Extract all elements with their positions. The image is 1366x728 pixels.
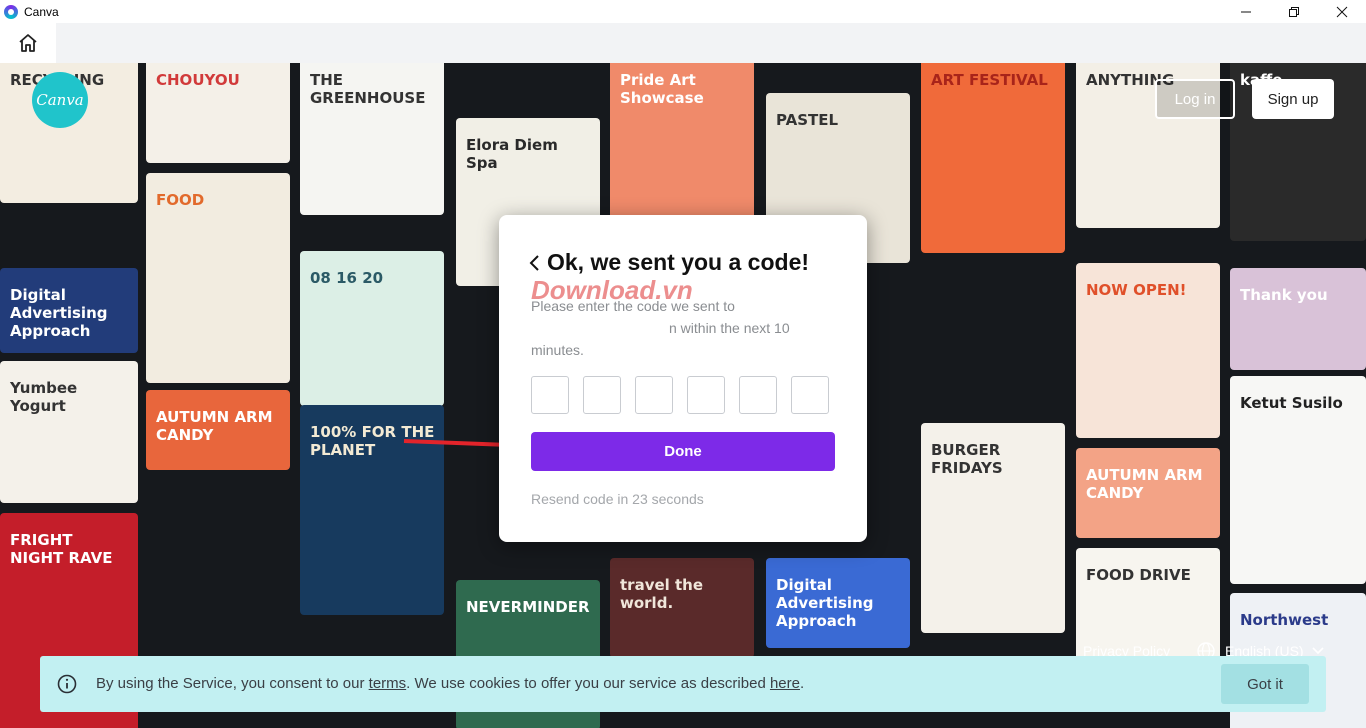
- resend-code-text: Resend code in 23 seconds: [531, 491, 704, 507]
- cookie-text-middle: . We use cookies to offer you our servic…: [406, 675, 770, 692]
- template-thumbnail-text: Digital Advertising Approach: [776, 576, 874, 630]
- template-thumbnail: travel the world.: [610, 558, 754, 658]
- template-thumbnail: FOOD: [146, 173, 290, 383]
- template-thumbnail-text: FRIGHT NIGHT RAVE: [10, 531, 113, 567]
- dialog-title: Ok, we sent you a code!: [547, 249, 810, 275]
- info-icon: [57, 674, 77, 694]
- done-button[interactable]: Done: [531, 432, 835, 471]
- template-thumbnail-text: PASTEL: [776, 111, 839, 129]
- template-thumbnail-text: CHOUYOU: [156, 71, 240, 89]
- template-thumbnail: AUTUMN ARM CANDY: [146, 390, 290, 470]
- template-thumbnail: BURGER FRIDAYS: [921, 423, 1065, 633]
- code-digit-2[interactable]: [583, 376, 621, 414]
- verification-code-dialog: Ok, we sent you a code! Download.vn Plea…: [499, 215, 867, 542]
- instruction-line-2: n within the next 10: [669, 320, 790, 336]
- canva-logo[interactable]: Canva: [32, 72, 88, 128]
- dialog-instructions: Please enter the code we sent to n withi…: [531, 295, 831, 361]
- home-button[interactable]: [0, 23, 56, 63]
- template-thumbnail: Digital Advertising Approach: [0, 268, 138, 353]
- cookie-message: By using the Service, you consent to our…: [96, 675, 804, 692]
- template-thumbnail-text: NOW OPEN!: [1086, 281, 1187, 299]
- template-thumbnail-text: FOOD DRIVE: [1086, 566, 1191, 584]
- template-thumbnail-text: Northwest: [1240, 611, 1329, 629]
- template-thumbnail: Thank you: [1230, 268, 1366, 370]
- restore-icon: [1289, 6, 1299, 17]
- template-thumbnail-text: Yumbee Yogurt: [10, 379, 78, 415]
- code-input-group: [531, 376, 829, 414]
- template-thumbnail-text: 08 16 20: [310, 269, 384, 287]
- code-digit-1[interactable]: [531, 376, 569, 414]
- canva-app-icon: [4, 4, 18, 19]
- template-thumbnail: 08 16 20: [300, 251, 444, 406]
- login-button[interactable]: Log in: [1155, 79, 1235, 119]
- template-thumbnail-text: Elora Diem Spa: [466, 136, 558, 172]
- template-thumbnail-text: Ketut Susilo: [1240, 394, 1343, 412]
- cookie-text-after: .: [799, 675, 805, 692]
- template-thumbnail: Yumbee Yogurt: [0, 361, 138, 503]
- template-thumbnail-text: NEVERMINDER: [466, 598, 590, 616]
- template-thumbnail-text: Thank you: [1240, 286, 1328, 304]
- code-digit-4[interactable]: [687, 376, 725, 414]
- cookie-text-before: By using the Service, you consent to our: [96, 675, 369, 692]
- code-digit-3[interactable]: [635, 376, 673, 414]
- template-thumbnail: CHOUYOU: [146, 63, 290, 163]
- template-thumbnail-text: BURGER FRIDAYS: [931, 441, 1003, 477]
- template-thumbnail-text: Digital Advertising Approach: [10, 286, 108, 340]
- instruction-line-3: minutes.: [531, 342, 584, 358]
- window-controls: [1222, 0, 1366, 23]
- restore-button[interactable]: [1270, 0, 1318, 23]
- template-thumbnail: NOW OPEN!: [1076, 263, 1220, 438]
- code-digit-5[interactable]: [739, 376, 777, 414]
- minimize-icon: [1241, 11, 1251, 12]
- template-thumbnail-text: THE GREENHOUSE: [310, 71, 426, 107]
- template-thumbnail: Ketut Susilo: [1230, 376, 1366, 584]
- back-arrow-icon[interactable]: [527, 253, 541, 273]
- got-it-button[interactable]: Got it: [1221, 664, 1309, 704]
- chevron-down-icon: [1312, 647, 1324, 655]
- template-thumbnail: ART FESTIVAL: [921, 63, 1065, 253]
- template-thumbnail: AUTUMN ARM CANDY: [1076, 448, 1220, 538]
- template-thumbnail-text: AUTUMN ARM CANDY: [1086, 466, 1203, 502]
- cookie-banner: By using the Service, you consent to our…: [40, 656, 1326, 712]
- close-button[interactable]: [1318, 0, 1366, 23]
- template-thumbnail-text: ART FESTIVAL: [931, 71, 1048, 89]
- title-bar: Canva: [0, 0, 1366, 23]
- home-icon: [19, 34, 37, 52]
- here-link[interactable]: here: [770, 675, 800, 692]
- app-toolbar: [0, 23, 1366, 63]
- template-thumbnail: THE GREENHOUSE: [300, 63, 444, 215]
- signup-button[interactable]: Sign up: [1252, 79, 1334, 119]
- minimize-button[interactable]: [1222, 0, 1270, 23]
- template-thumbnail-text: FOOD: [156, 191, 205, 209]
- terms-link[interactable]: terms: [369, 675, 407, 692]
- code-digit-6[interactable]: [791, 376, 829, 414]
- template-thumbnail-text: travel the world.: [620, 576, 704, 612]
- window-title: Canva: [24, 4, 59, 19]
- template-thumbnail-text: Pride Art Showcase: [620, 71, 704, 107]
- template-thumbnail-text: AUTUMN ARM CANDY: [156, 408, 273, 444]
- close-icon: [1336, 6, 1348, 17]
- instruction-line-1: Please enter the code we sent to: [531, 298, 735, 314]
- template-thumbnail: Digital Advertising Approach: [766, 558, 910, 648]
